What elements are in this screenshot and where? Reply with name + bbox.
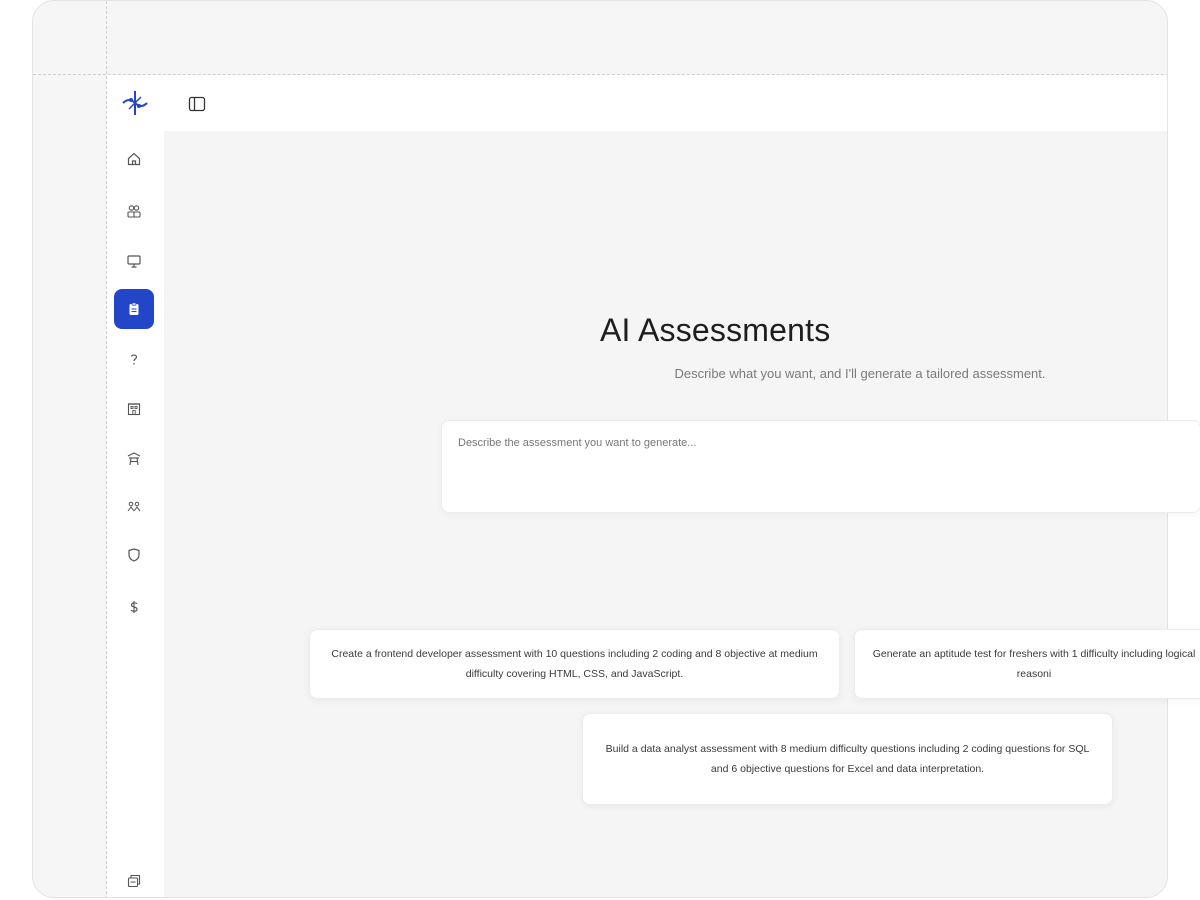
- shield-icon: [128, 548, 140, 562]
- suggestion-text: Build a data analyst assessment with 8 m…: [605, 743, 1090, 775]
- suggestion-text: Generate an aptitude test for freshers w…: [872, 648, 1196, 680]
- prompt-input[interactable]: [456, 435, 1180, 499]
- clipboard-icon: [129, 302, 139, 315]
- sidebar-item-billing[interactable]: [114, 587, 154, 627]
- dollar-icon: [130, 601, 138, 613]
- sidebar-item-switch-account[interactable]: [114, 861, 154, 897]
- suggestion-text: Create a frontend developer assessment w…: [331, 648, 818, 680]
- home-icon: [127, 152, 141, 166]
- people-icon: [127, 205, 141, 218]
- page-subtitle: Describe what you want, and I'll generat…: [674, 366, 1046, 381]
- sidebar-item-people[interactable]: [114, 191, 154, 231]
- sidebar-item-shield[interactable]: [114, 535, 154, 575]
- switch-account-icon: [127, 874, 141, 888]
- page-title: AI Assessments: [600, 312, 831, 348]
- sidebar-item-building[interactable]: [114, 389, 154, 429]
- sidebar: [107, 75, 164, 897]
- suggestion-card-frontend[interactable]: Create a frontend developer assessment w…: [309, 629, 840, 699]
- brand-logo[interactable]: [117, 87, 153, 119]
- suggestion-card-aptitude[interactable]: Generate an aptitude test for freshers w…: [854, 629, 1200, 699]
- sidebar-item-monitor[interactable]: [114, 241, 154, 281]
- sidebar-item-assessments[interactable]: [114, 289, 154, 329]
- sidebar-item-home[interactable]: [114, 139, 154, 179]
- top-bar: [164, 75, 1167, 131]
- monitor-icon: [127, 255, 141, 268]
- suggestion-card-data-analyst[interactable]: Build a data analyst assessment with 8 m…: [582, 713, 1113, 805]
- prompt-box: [441, 420, 1200, 513]
- question-icon: [130, 354, 138, 365]
- sidebar-item-questions[interactable]: [114, 339, 154, 379]
- sidebar-toggle-icon: [188, 96, 206, 112]
- sidebar-toggle-button[interactable]: [186, 93, 208, 115]
- team-icon: [127, 501, 141, 512]
- building-icon: [127, 403, 141, 416]
- pagoda-icon: [127, 452, 141, 466]
- sidebar-item-pagoda[interactable]: [114, 439, 154, 479]
- sidebar-item-team[interactable]: [114, 487, 154, 527]
